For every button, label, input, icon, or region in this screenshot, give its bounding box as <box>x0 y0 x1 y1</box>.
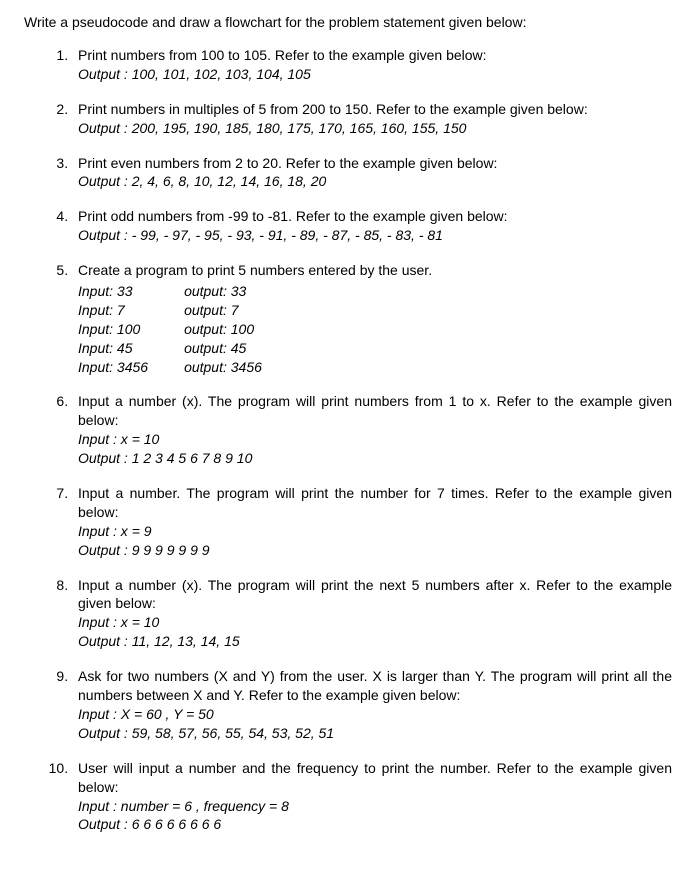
problem-list: Print numbers from 100 to 105. Refer to … <box>24 46 672 834</box>
problem-statement: Print numbers from 100 to 105. Refer to … <box>78 46 672 65</box>
problem-item-1: Print numbers from 100 to 105. Refer to … <box>72 46 672 84</box>
problem-statement: Print numbers in multiples of 5 from 200… <box>78 100 672 119</box>
io-row: Input: 100 output: 100 <box>78 320 262 339</box>
example-output: Output : 59, 58, 57, 56, 55, 54, 53, 52,… <box>78 724 672 743</box>
problem-statement: User will input a number and the frequen… <box>78 759 672 797</box>
page-title: Write a pseudocode and draw a flowchart … <box>24 14 672 30</box>
example-input: Input : X = 60 , Y = 50 <box>78 705 672 724</box>
io-row: Input: 33 output: 33 <box>78 282 262 301</box>
problem-item-8: Input a number (x). The program will pri… <box>72 576 672 652</box>
example-output: Output : - 99, - 97, - 95, - 93, - 91, -… <box>78 226 672 245</box>
io-example-table: Input: 33 output: 33 Input: 7 output: 7 … <box>78 282 262 376</box>
io-output: output: 33 <box>184 282 262 301</box>
io-input: Input: 7 <box>78 301 184 320</box>
problem-item-2: Print numbers in multiples of 5 from 200… <box>72 100 672 138</box>
problem-item-5: Create a program to print 5 numbers ente… <box>72 261 672 376</box>
problem-statement: Print odd numbers from -99 to -81. Refer… <box>78 207 672 226</box>
example-input: Input : number = 6 , frequency = 8 <box>78 797 672 816</box>
io-output: output: 3456 <box>184 358 262 377</box>
example-output: Output : 6 6 6 6 6 6 6 6 <box>78 815 672 834</box>
io-row: Input: 45 output: 45 <box>78 339 262 358</box>
example-input: Input : x = 10 <box>78 430 672 449</box>
example-output: Output : 2, 4, 6, 8, 10, 12, 14, 16, 18,… <box>78 172 672 191</box>
problem-statement: Create a program to print 5 numbers ente… <box>78 261 672 280</box>
example-input: Input : x = 10 <box>78 613 672 632</box>
example-output: Output : 200, 195, 190, 185, 180, 175, 1… <box>78 119 672 138</box>
problem-statement: Input a number (x). The program will pri… <box>78 576 672 614</box>
problem-item-4: Print odd numbers from -99 to -81. Refer… <box>72 207 672 245</box>
io-input: Input: 33 <box>78 282 184 301</box>
io-input: Input: 100 <box>78 320 184 339</box>
io-output: output: 100 <box>184 320 262 339</box>
example-output: Output : 9 9 9 9 9 9 9 <box>78 541 672 560</box>
example-output: Output : 1 2 3 4 5 6 7 8 9 10 <box>78 449 672 468</box>
example-input: Input : x = 9 <box>78 522 672 541</box>
problem-item-7: Input a number. The program will print t… <box>72 484 672 560</box>
document-page: Write a pseudocode and draw a flowchart … <box>0 0 696 888</box>
io-row: Input: 7 output: 7 <box>78 301 262 320</box>
problem-statement: Print even numbers from 2 to 20. Refer t… <box>78 154 672 173</box>
io-output: output: 7 <box>184 301 262 320</box>
io-row: Input: 3456 output: 3456 <box>78 358 262 377</box>
io-input: Input: 3456 <box>78 358 184 377</box>
io-input: Input: 45 <box>78 339 184 358</box>
io-output: output: 45 <box>184 339 262 358</box>
problem-item-6: Input a number (x). The program will pri… <box>72 392 672 468</box>
problem-item-9: Ask for two numbers (X and Y) from the u… <box>72 667 672 743</box>
problem-item-3: Print even numbers from 2 to 20. Refer t… <box>72 154 672 192</box>
problem-statement: Input a number. The program will print t… <box>78 484 672 522</box>
problem-item-10: User will input a number and the frequen… <box>72 759 672 835</box>
problem-statement: Ask for two numbers (X and Y) from the u… <box>78 667 672 705</box>
example-output: Output : 100, 101, 102, 103, 104, 105 <box>78 65 672 84</box>
example-output: Output : 11, 12, 13, 14, 15 <box>78 632 672 651</box>
problem-statement: Input a number (x). The program will pri… <box>78 392 672 430</box>
